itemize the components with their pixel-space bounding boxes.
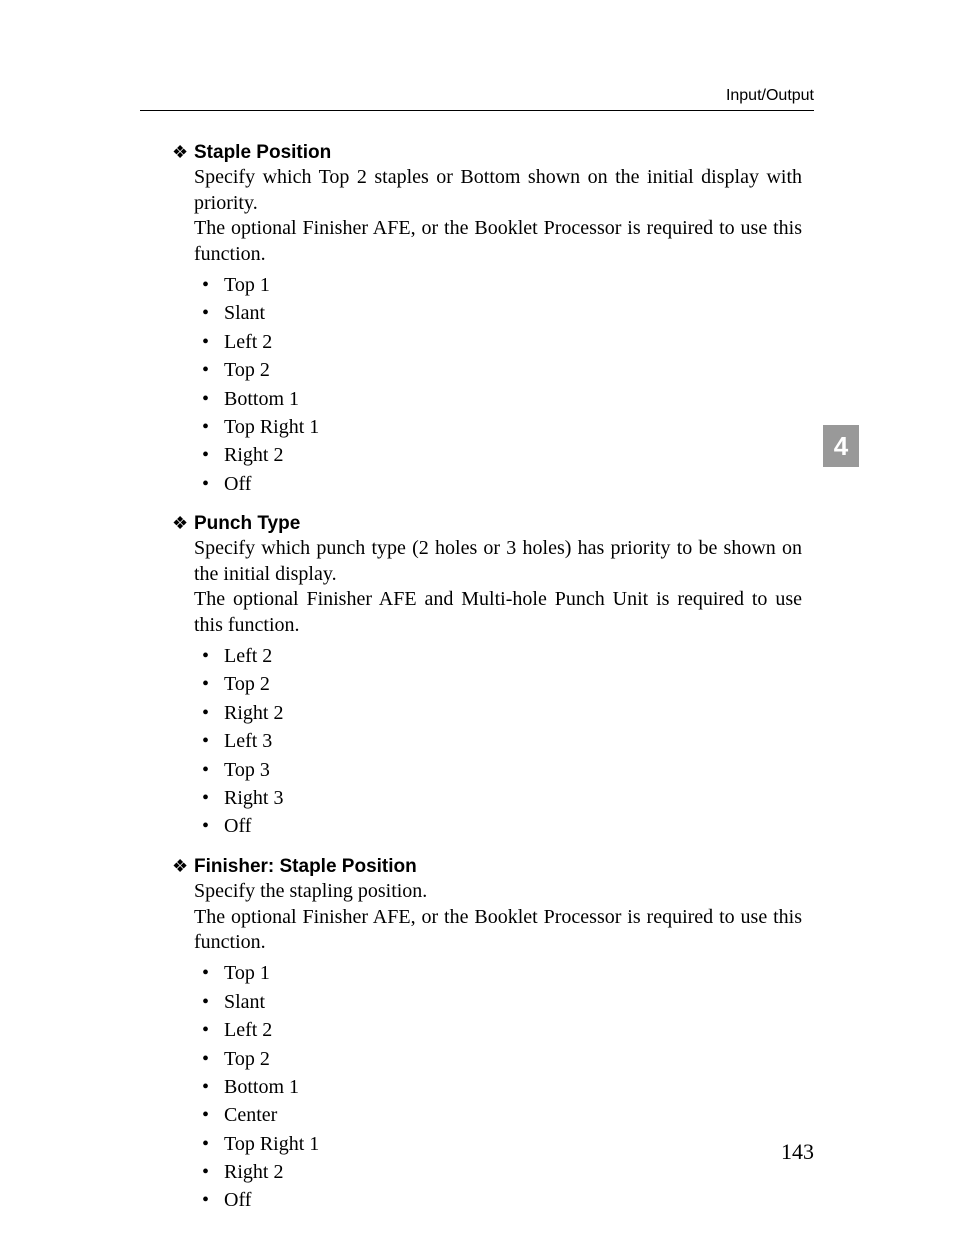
- list-item: Right 3: [194, 786, 802, 811]
- paragraph: Specify which Top 2 staples or Bottom sh…: [194, 165, 802, 216]
- list-item: Left 2: [194, 644, 802, 669]
- bullet-list: Top 1 Slant Left 2 Top 2 Bottom 1 Top Ri…: [194, 273, 802, 497]
- list-item: Top 2: [194, 1047, 802, 1072]
- paragraph: The optional Finisher AFE, or the Bookle…: [194, 905, 802, 956]
- diamond-bullet-icon: ❖: [172, 512, 194, 535]
- list-item: Right 2: [194, 443, 802, 468]
- section-staple-position: ❖Staple Position Specify which Top 2 sta…: [172, 140, 802, 497]
- list-item: Top 2: [194, 358, 802, 383]
- list-item: Top 1: [194, 961, 802, 986]
- list-item: Left 3: [194, 729, 802, 754]
- paragraph: Specify which punch type (2 holes or 3 h…: [194, 536, 802, 587]
- list-item: Top 2: [194, 672, 802, 697]
- section-punch-type: ❖Punch Type Specify which punch type (2 …: [172, 511, 802, 840]
- page-number: 143: [781, 1139, 814, 1165]
- list-item: Bottom 1: [194, 387, 802, 412]
- section-title-row: ❖Finisher: Staple Position: [172, 854, 802, 879]
- page: Input/Output 4 ❖Staple Position Specify …: [0, 0, 954, 1235]
- list-item: Off: [194, 1188, 802, 1213]
- section-body: Specify which Top 2 staples or Bottom sh…: [194, 165, 802, 267]
- paragraph: The optional Finisher AFE, or the Bookle…: [194, 216, 802, 267]
- list-item: Off: [194, 472, 802, 497]
- list-item: Top 3: [194, 758, 802, 783]
- list-item: Bottom 1: [194, 1075, 802, 1100]
- bullet-list: Top 1 Slant Left 2 Top 2 Bottom 1 Center…: [194, 961, 802, 1214]
- paragraph: Specify the stapling position.: [194, 879, 802, 904]
- bullet-list: Left 2 Top 2 Right 2 Left 3 Top 3 Right …: [194, 644, 802, 840]
- running-head: Input/Output: [726, 87, 814, 105]
- diamond-bullet-icon: ❖: [172, 141, 194, 164]
- section-title: Finisher: Staple Position: [194, 856, 417, 877]
- section-body: Specify which punch type (2 holes or 3 h…: [194, 536, 802, 638]
- content-column: ❖Staple Position Specify which Top 2 sta…: [172, 140, 802, 1228]
- list-item: Top Right 1: [194, 415, 802, 440]
- list-item: Off: [194, 814, 802, 839]
- section-title-row: ❖Staple Position: [172, 140, 802, 165]
- paragraph: The optional Finisher AFE and Multi-hole…: [194, 587, 802, 638]
- list-item: Left 2: [194, 1018, 802, 1043]
- section-body: Specify the stapling position. The optio…: [194, 879, 802, 955]
- section-title: Punch Type: [194, 513, 300, 534]
- list-item: Top 1: [194, 273, 802, 298]
- section-title-row: ❖Punch Type: [172, 511, 802, 536]
- section-title: Staple Position: [194, 142, 331, 163]
- list-item: Right 2: [194, 701, 802, 726]
- list-item: Right 2: [194, 1160, 802, 1185]
- list-item: Center: [194, 1103, 802, 1128]
- list-item: Slant: [194, 990, 802, 1015]
- list-item: Top Right 1: [194, 1132, 802, 1157]
- list-item: Left 2: [194, 330, 802, 355]
- running-rule: [140, 110, 814, 111]
- section-finisher-staple-position: ❖Finisher: Staple Position Specify the s…: [172, 854, 802, 1214]
- chapter-tab: 4: [823, 425, 859, 467]
- list-item: Slant: [194, 301, 802, 326]
- diamond-bullet-icon: ❖: [172, 855, 194, 878]
